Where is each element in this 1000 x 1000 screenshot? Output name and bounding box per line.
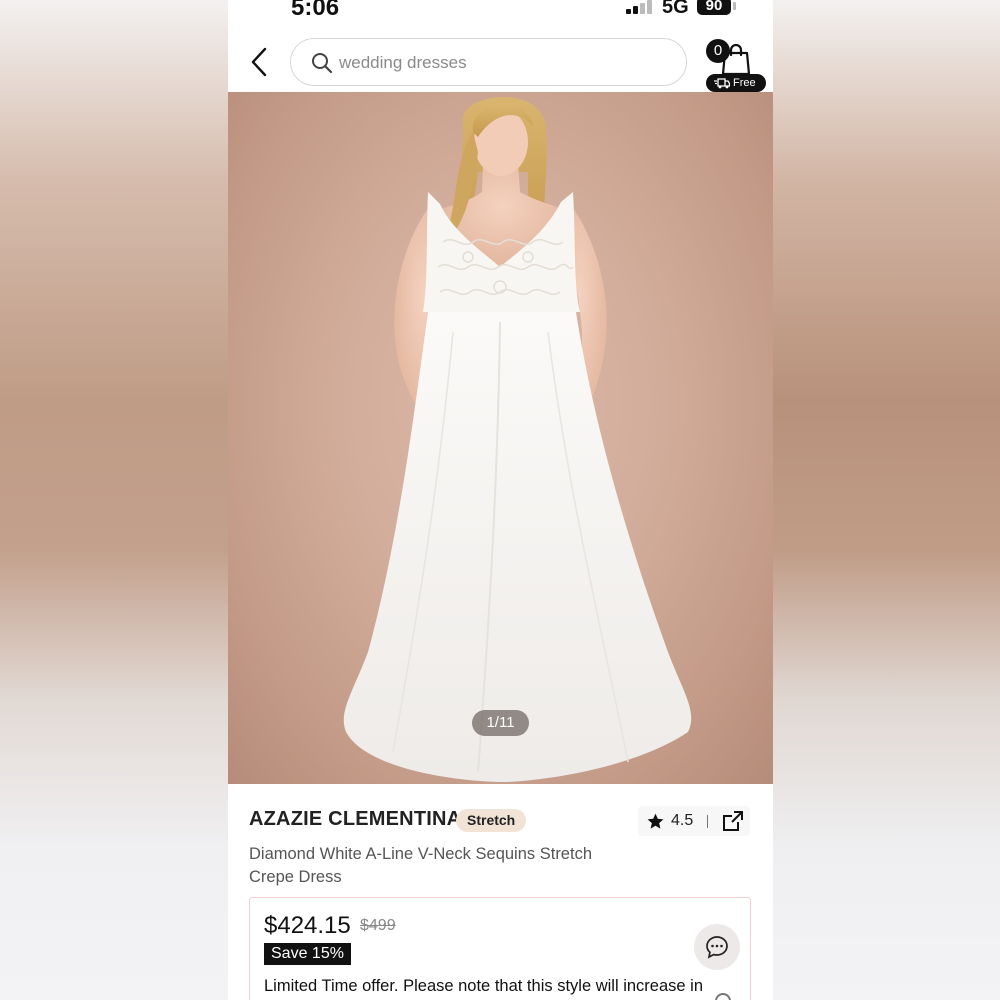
product-name: Diamond White A-Line V-Neck Sequins Stre… xyxy=(249,845,592,886)
background-right-blur xyxy=(772,0,1000,1000)
top-header: 0 Free xyxy=(228,30,773,92)
rating-share-box: 4.5 xyxy=(638,806,750,836)
save-badge: Save 15% xyxy=(264,943,351,965)
limited-offer-text: Limited Time offer. Please note that thi… xyxy=(264,977,703,995)
free-shipping-label: Free xyxy=(733,77,756,89)
signal-icon xyxy=(626,0,654,14)
price-card: $424.15 $499 Save 15% Limited Time offer… xyxy=(249,897,751,1000)
network-type: 5G xyxy=(662,0,689,18)
product-brand: AZAZIE CLEMENTINA xyxy=(249,808,462,830)
star-icon xyxy=(647,813,664,829)
image-page-indicator: 1/11 xyxy=(472,710,529,736)
battery-tip xyxy=(733,2,736,10)
free-shipping-tag: Free xyxy=(706,74,766,92)
back-button[interactable] xyxy=(246,44,274,80)
share-icon[interactable] xyxy=(722,810,744,832)
shipping-icon xyxy=(714,78,730,89)
search-icon xyxy=(312,53,333,74)
chat-button[interactable] xyxy=(694,924,740,970)
chat-icon xyxy=(706,936,728,959)
product-photo xyxy=(343,97,692,782)
search-input[interactable] xyxy=(339,51,659,75)
product-info: AZAZIE CLEMENTINA Stretch 4.5 Diamond Wh… xyxy=(228,784,773,1000)
rating-value: 4.5 xyxy=(671,812,694,829)
product-image-carousel[interactable]: 1/11 xyxy=(228,92,773,784)
cart-count-badge: 0 xyxy=(706,39,730,63)
current-price: $424.15 xyxy=(264,912,351,939)
back-icon xyxy=(251,47,267,77)
phone-screen: 5:06 5G 90 0 xyxy=(228,0,773,1000)
background-left-blur xyxy=(0,0,228,1000)
original-price: $499 xyxy=(360,917,396,934)
search-bar[interactable] xyxy=(290,38,687,86)
cart-button[interactable]: 0 Free xyxy=(706,38,766,94)
status-time: 5:06 xyxy=(291,0,340,21)
rating-divider xyxy=(707,815,708,828)
stretch-badge: Stretch xyxy=(456,809,527,832)
battery-icon: 90 xyxy=(697,0,731,15)
status-bar: 5:06 5G 90 xyxy=(228,0,773,22)
